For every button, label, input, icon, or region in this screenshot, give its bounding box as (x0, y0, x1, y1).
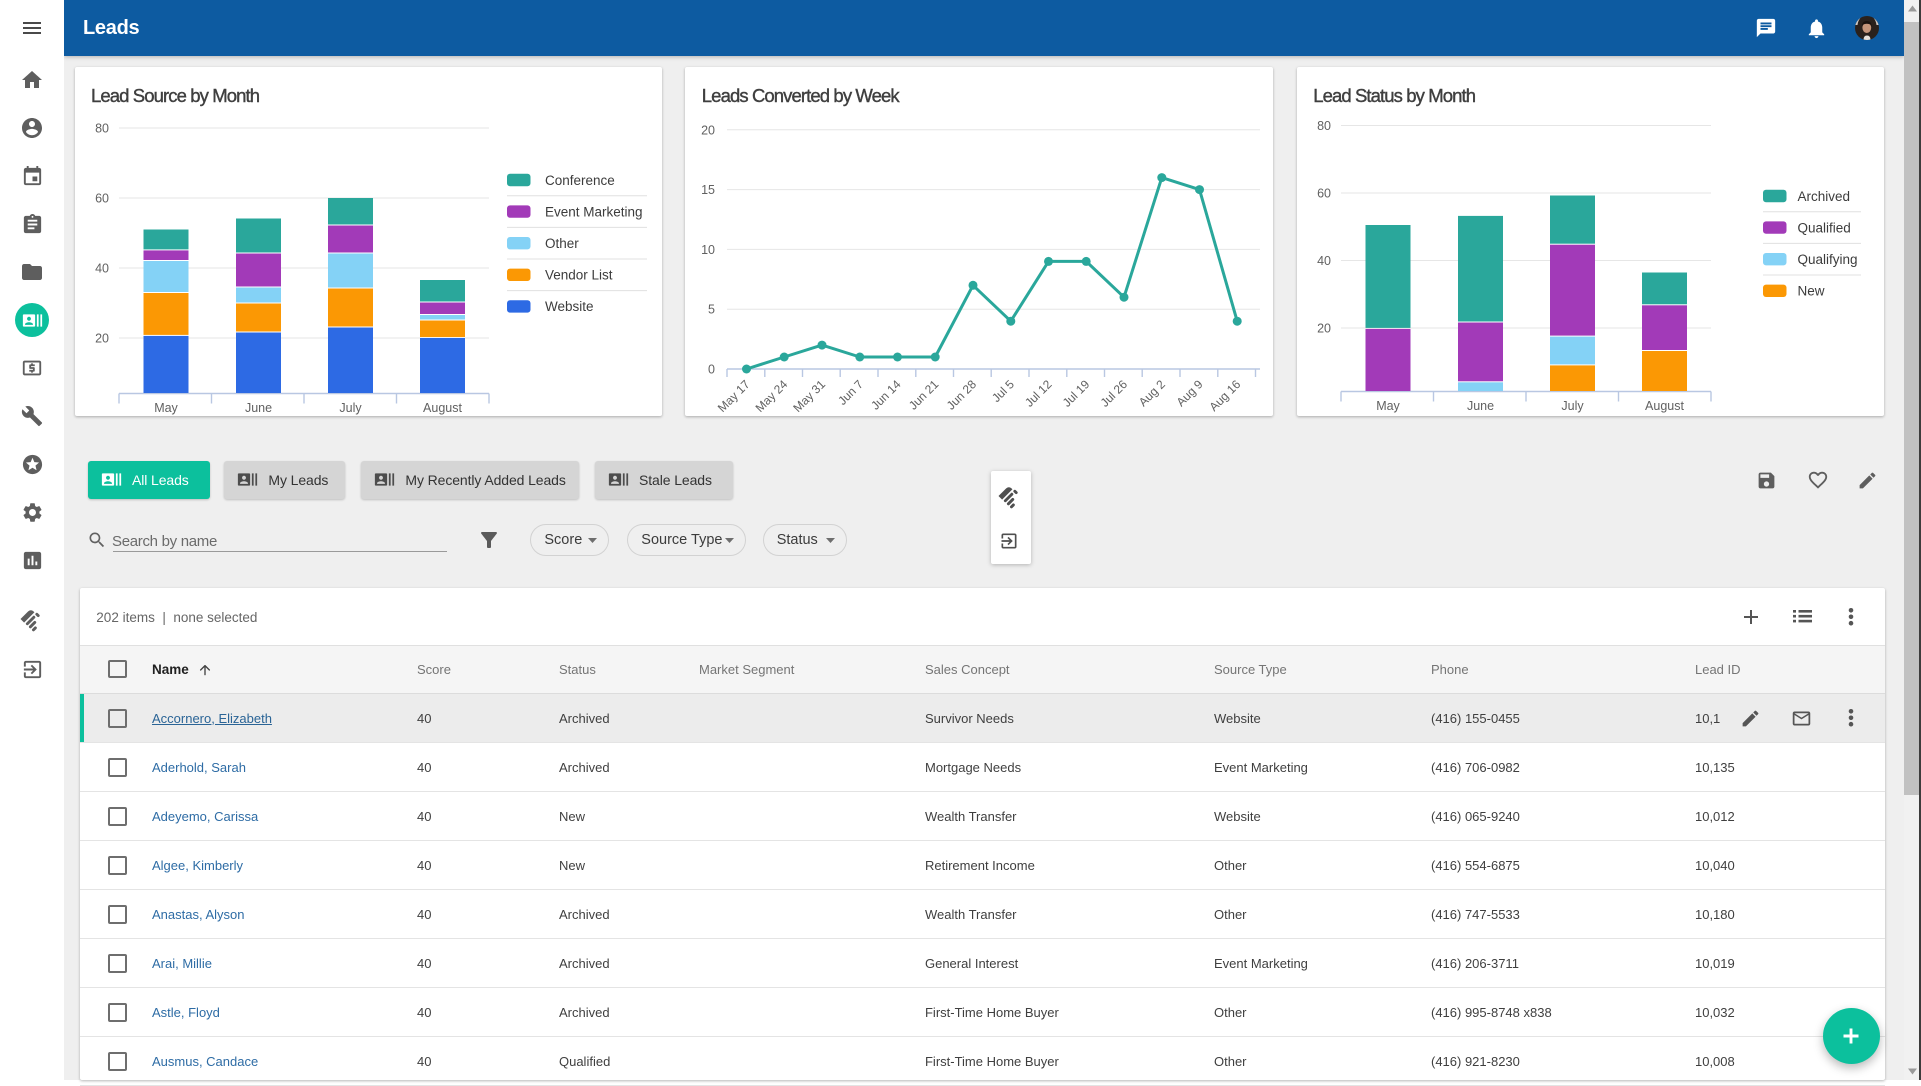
svg-text:June: June (1467, 399, 1494, 413)
svg-text:Jun 7: Jun 7 (836, 377, 867, 408)
svg-text:60: 60 (95, 192, 109, 206)
svg-text:Conference: Conference (545, 173, 615, 188)
svg-text:Website: Website (545, 299, 594, 314)
svg-text:Jun 14: Jun 14 (869, 377, 905, 413)
svg-text:Jul 5: Jul 5 (989, 377, 1017, 405)
svg-text:80: 80 (95, 122, 109, 136)
svg-text:Event Marketing: Event Marketing (545, 204, 643, 219)
svg-text:20: 20 (1317, 322, 1331, 336)
svg-text:August: August (423, 401, 462, 415)
svg-text:May 24: May 24 (753, 377, 791, 415)
svg-text:Vendor List: Vendor List (545, 268, 613, 283)
svg-text:Aug 16: Aug 16 (1207, 377, 1244, 414)
svg-text:May 31: May 31 (791, 377, 829, 415)
svg-text:May: May (154, 401, 178, 415)
svg-text:July: July (339, 401, 362, 415)
svg-text:0: 0 (708, 363, 715, 377)
svg-text:May: May (1376, 399, 1400, 413)
svg-text:August: August (1645, 399, 1684, 413)
svg-text:Qualified: Qualified (1797, 220, 1850, 235)
svg-text:May 17: May 17 (715, 377, 753, 415)
svg-text:20: 20 (701, 123, 715, 137)
svg-text:5: 5 (708, 303, 715, 317)
svg-text:Jun 21: Jun 21 (906, 377, 942, 413)
svg-text:Other: Other (545, 236, 579, 251)
svg-text:June: June (244, 401, 271, 415)
svg-text:Jun 28: Jun 28 (944, 377, 980, 413)
svg-text:80: 80 (1317, 119, 1331, 133)
svg-text:Archived: Archived (1797, 189, 1850, 204)
svg-text:10: 10 (701, 243, 715, 257)
svg-text:60: 60 (1317, 187, 1331, 201)
svg-text:40: 40 (95, 262, 109, 276)
svg-text:Aug 2: Aug 2 (1136, 377, 1168, 409)
svg-text:Qualifying: Qualifying (1797, 252, 1857, 267)
svg-text:Jul 19: Jul 19 (1060, 377, 1093, 410)
svg-text:40: 40 (1317, 254, 1331, 268)
svg-text:Jul 12: Jul 12 (1022, 377, 1055, 410)
svg-text:Jul 26: Jul 26 (1098, 377, 1131, 410)
svg-text:July: July (1561, 399, 1584, 413)
svg-text:15: 15 (701, 183, 715, 197)
svg-text:Aug 9: Aug 9 (1174, 377, 1206, 409)
svg-text:New: New (1797, 284, 1824, 299)
svg-text:20: 20 (95, 332, 109, 346)
